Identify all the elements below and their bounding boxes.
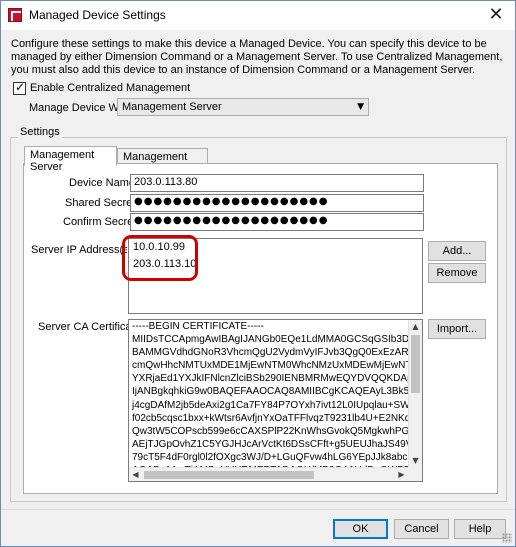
scrollbar-thumb[interactable]: [411, 335, 420, 393]
scrollbar-thumb[interactable]: [144, 471, 314, 479]
enable-centralized-checkbox[interactable]: [13, 80, 26, 95]
certificate-text[interactable]: -----BEGIN CERTIFICATE----- MIIDsTCCApmg…: [129, 320, 408, 467]
settings-group-title: Settings: [18, 126, 62, 138]
chevron-down-icon: ▼: [357, 102, 364, 112]
server-ca-textarea[interactable]: -----BEGIN CERTIFICATE----- MIIDsTCCApmg…: [128, 319, 423, 482]
scroll-left-icon[interactable]: ◀: [129, 468, 142, 481]
device-name-label: Device Name:: [69, 177, 139, 189]
tab-management-server[interactable]: Management Server: [24, 146, 117, 173]
shared-secret-label: Shared Secret:: [65, 197, 139, 209]
device-name-field[interactable]: 203.0.113.80: [130, 174, 424, 192]
confirm-secret-field[interactable]: ●●●●●●●●●●●●●●●●●●●●: [130, 213, 424, 231]
cancel-button[interactable]: Cancel: [394, 519, 449, 539]
import-button[interactable]: Import...: [428, 319, 486, 339]
manage-with-label: Manage Device With: [29, 102, 131, 114]
scroll-corner: [408, 467, 422, 481]
app-logo-icon: [8, 8, 22, 22]
confirm-secret-label: Confirm Secret:: [63, 216, 140, 228]
title-bar[interactable]: Managed Device Settings ✕: [1, 1, 515, 30]
ok-button[interactable]: OK: [333, 519, 388, 539]
highlight-ring: [122, 235, 198, 281]
description-text: Configure these settings to make this de…: [11, 38, 503, 76]
shared-secret-field[interactable]: ●●●●●●●●●●●●●●●●●●●●: [130, 194, 424, 212]
close-icon[interactable]: ✕: [481, 2, 511, 28]
enable-centralized-label[interactable]: Enable Centralized Management: [30, 82, 190, 94]
scroll-right-icon[interactable]: ▶: [395, 468, 408, 481]
server-ip-label: Server IP Address(es):: [31, 244, 127, 256]
scroll-down-icon[interactable]: ▼: [409, 454, 422, 467]
footer-divider: [1, 509, 515, 510]
add-button[interactable]: Add...: [428, 241, 486, 261]
scroll-up-icon[interactable]: ▲: [409, 320, 422, 333]
manage-with-value: Management Server: [122, 101, 222, 113]
manage-with-select[interactable]: Management Server ▼: [117, 98, 369, 116]
managed-device-settings-dialog: Managed Device Settings ✕ Configure thes…: [0, 0, 516, 547]
window-title: Managed Device Settings: [29, 8, 166, 22]
horizontal-scrollbar[interactable]: ◀ ▶: [129, 467, 408, 481]
vertical-scrollbar[interactable]: ▲ ▼: [408, 320, 422, 467]
resize-grip-icon[interactable]: [502, 533, 512, 543]
remove-button[interactable]: Remove: [428, 263, 486, 283]
help-button[interactable]: Help: [454, 519, 506, 539]
